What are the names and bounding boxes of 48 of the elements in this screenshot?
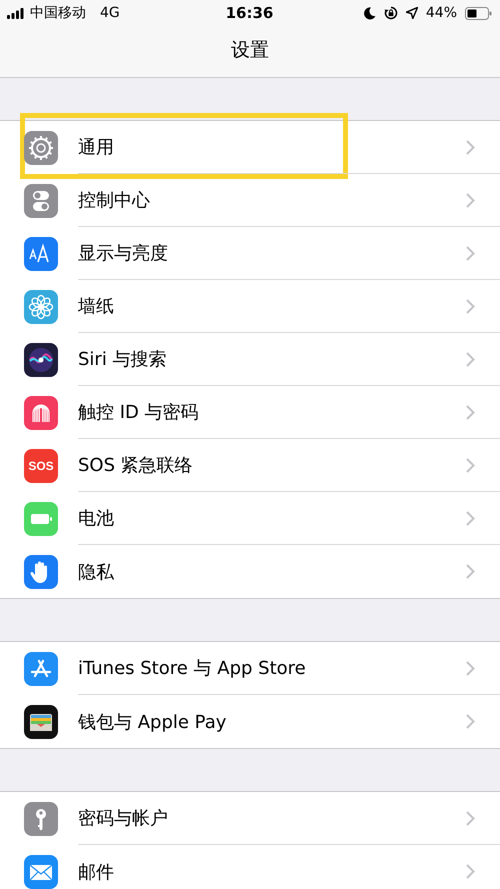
siri-orb-icon: [24, 342, 58, 376]
settings-row[interactable]: 墙纸: [0, 280, 500, 333]
gear-icon: [24, 130, 58, 164]
chevron-icon: [466, 458, 475, 472]
screen-title: 设置: [231, 38, 269, 63]
chevron-icon: [466, 192, 475, 208]
toggles-icon: [24, 184, 58, 218]
settings-row[interactable]: 通用: [0, 121, 500, 174]
chevron-icon: [466, 404, 475, 420]
settings-row[interactable]: 隐私: [0, 545, 500, 598]
settings-row[interactable]: iTunes Store 与 App Store: [0, 642, 500, 695]
chevron-icon: [466, 352, 475, 366]
chevron-icon: [466, 714, 475, 729]
chevron-icon: [466, 564, 475, 579]
settings-row[interactable]: 邮件: [0, 845, 500, 889]
location-arrow-icon: [406, 7, 418, 19]
moon-icon: [364, 6, 376, 20]
chevron-icon: [466, 298, 475, 314]
chevron-icon: [466, 864, 475, 879]
chevron-icon: [466, 660, 475, 676]
settings-row[interactable]: 显示与亮度: [0, 227, 500, 280]
chevron-icon: [466, 510, 475, 526]
settings-row[interactable]: 电池: [0, 492, 500, 545]
settings-row[interactable]: SOS SOS 紧急联络: [0, 439, 500, 492]
rotation-lock-icon: [384, 6, 398, 20]
signal-icon: [7, 8, 24, 18]
app-store-icon: [24, 652, 58, 686]
chevron-icon: [466, 810, 475, 826]
clock-time: 16:36: [226, 4, 274, 22]
fingerprint-icon: [24, 396, 58, 430]
settings-row[interactable]: 控制中心: [0, 174, 500, 227]
hand-icon: [24, 554, 58, 588]
battery-percentage: 44%: [426, 5, 457, 21]
key-icon: [24, 802, 58, 836]
settings-row[interactable]: 钱包与 Apple Pay: [0, 695, 500, 748]
flower-icon: [24, 290, 58, 324]
sos-icon: SOS: [24, 448, 58, 482]
settings-row[interactable]: 密码与帐户: [0, 792, 500, 845]
text-size-icon: [24, 236, 58, 270]
battery-icon: [24, 502, 58, 536]
carrier-name: 中国移动: [30, 4, 86, 22]
chevron-icon: [466, 246, 475, 260]
wallet-icon: [24, 704, 58, 738]
settings-row[interactable]: 触控 ID 与密码: [0, 386, 500, 439]
settings-row[interactable]: Siri 与搜索: [0, 333, 500, 386]
chevron-icon: [466, 140, 475, 154]
battery-icon: [465, 6, 492, 20]
network-type: 4G: [100, 5, 120, 21]
